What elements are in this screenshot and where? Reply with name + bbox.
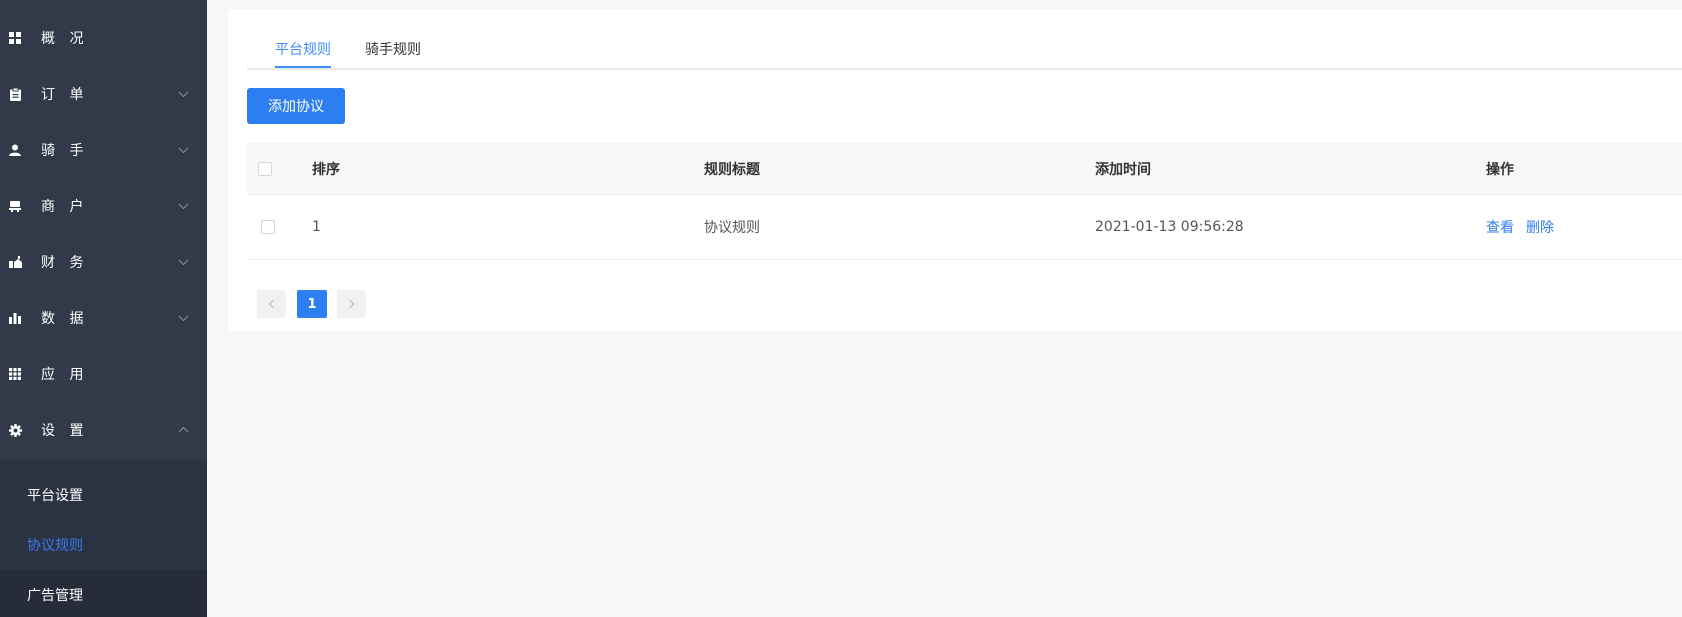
- cell-title: 协议规则: [704, 220, 760, 236]
- chevron-down-icon: [178, 199, 189, 210]
- chevron-up-icon: [178, 426, 189, 437]
- wallet-icon: [8, 255, 22, 269]
- nav-item-finance[interactable]: 财 务: [0, 234, 207, 290]
- submenu-label: 广告管理: [27, 588, 83, 604]
- sidebar: 概 况 订 单 骑 手 商 户 财 务 数 据 应 用 设 置 平台设置 协议规…: [0, 0, 207, 617]
- nav-item-apps[interactable]: 应 用: [0, 346, 207, 402]
- tab-rider-rules[interactable]: 骑手规则: [365, 39, 421, 59]
- user-icon: [8, 143, 22, 157]
- nav-item-settings[interactable]: 设 置: [0, 402, 207, 458]
- view-link[interactable]: 查看: [1486, 217, 1514, 237]
- nav-item-orders[interactable]: 订 单: [0, 66, 207, 122]
- nav-label: 财 务: [41, 255, 89, 271]
- cell-order: 1: [312, 219, 321, 235]
- shop-icon: [8, 199, 22, 213]
- tab-platform-rules[interactable]: 平台规则: [275, 39, 331, 59]
- table-row: 1 协议规则 2021-01-13 09:56:28 查看 删除: [247, 195, 1682, 260]
- next-page-button[interactable]: [337, 290, 366, 318]
- submenu-item-platform-settings[interactable]: 平台设置: [0, 470, 207, 520]
- nav-label: 概 况: [41, 31, 89, 47]
- nav-item-data[interactable]: 数 据: [0, 290, 207, 346]
- chevron-left-icon: [268, 299, 278, 309]
- nav-label: 订 单: [41, 87, 89, 103]
- prev-page-button[interactable]: [257, 290, 286, 318]
- gear-icon: [8, 423, 22, 437]
- tab-bar: 平台规则 骑手规则: [247, 9, 1682, 70]
- nav-item-merchants[interactable]: 商 户: [0, 178, 207, 234]
- content-card: 平台规则 骑手规则 添加协议 排序 规则标题 添加时间 操作 1 协议规则 20…: [228, 9, 1682, 331]
- nav-label: 商 户: [41, 199, 89, 215]
- chevron-down-icon: [178, 143, 189, 154]
- nav-item-riders[interactable]: 骑 手: [0, 122, 207, 178]
- chevron-down-icon: [178, 255, 189, 266]
- chevron-down-icon: [178, 311, 189, 322]
- submenu-item-ad-management[interactable]: 广告管理: [0, 570, 207, 617]
- header-title: 规则标题: [704, 161, 760, 178]
- bar-chart-icon: [8, 311, 22, 325]
- submenu-label: 协议规则: [27, 538, 83, 554]
- active-tab-indicator: [275, 66, 331, 68]
- cell-time: 2021-01-13 09:56:28: [1095, 219, 1244, 235]
- nav-item-overview[interactable]: 概 况: [0, 10, 207, 66]
- delete-link[interactable]: 删除: [1526, 217, 1554, 237]
- chevron-down-icon: [178, 87, 189, 98]
- select-all-checkbox[interactable]: [258, 161, 272, 176]
- apps-icon: [8, 367, 22, 381]
- submenu-label: 平台设置: [27, 488, 83, 504]
- grid-icon: [8, 31, 22, 45]
- header-time: 添加时间: [1095, 161, 1151, 178]
- page-1-button[interactable]: 1: [297, 290, 327, 318]
- row-checkbox[interactable]: [261, 220, 275, 234]
- nav-label: 设 置: [41, 423, 89, 439]
- clipboard-icon: [8, 87, 22, 101]
- header-order: 排序: [312, 161, 340, 178]
- nav-label: 数 据: [41, 311, 89, 327]
- table-header: 排序 规则标题 添加时间 操作: [247, 143, 1682, 195]
- header-actions: 操作: [1486, 161, 1514, 178]
- nav-label: 骑 手: [41, 143, 89, 159]
- rules-table: 排序 规则标题 添加时间 操作 1 协议规则 2021-01-13 09:56:…: [247, 143, 1682, 260]
- submenu-item-agreement-rules[interactable]: 协议规则: [0, 520, 207, 570]
- nav-label: 应 用: [41, 367, 89, 383]
- add-agreement-button[interactable]: 添加协议: [247, 88, 345, 124]
- chevron-right-icon: [345, 299, 355, 309]
